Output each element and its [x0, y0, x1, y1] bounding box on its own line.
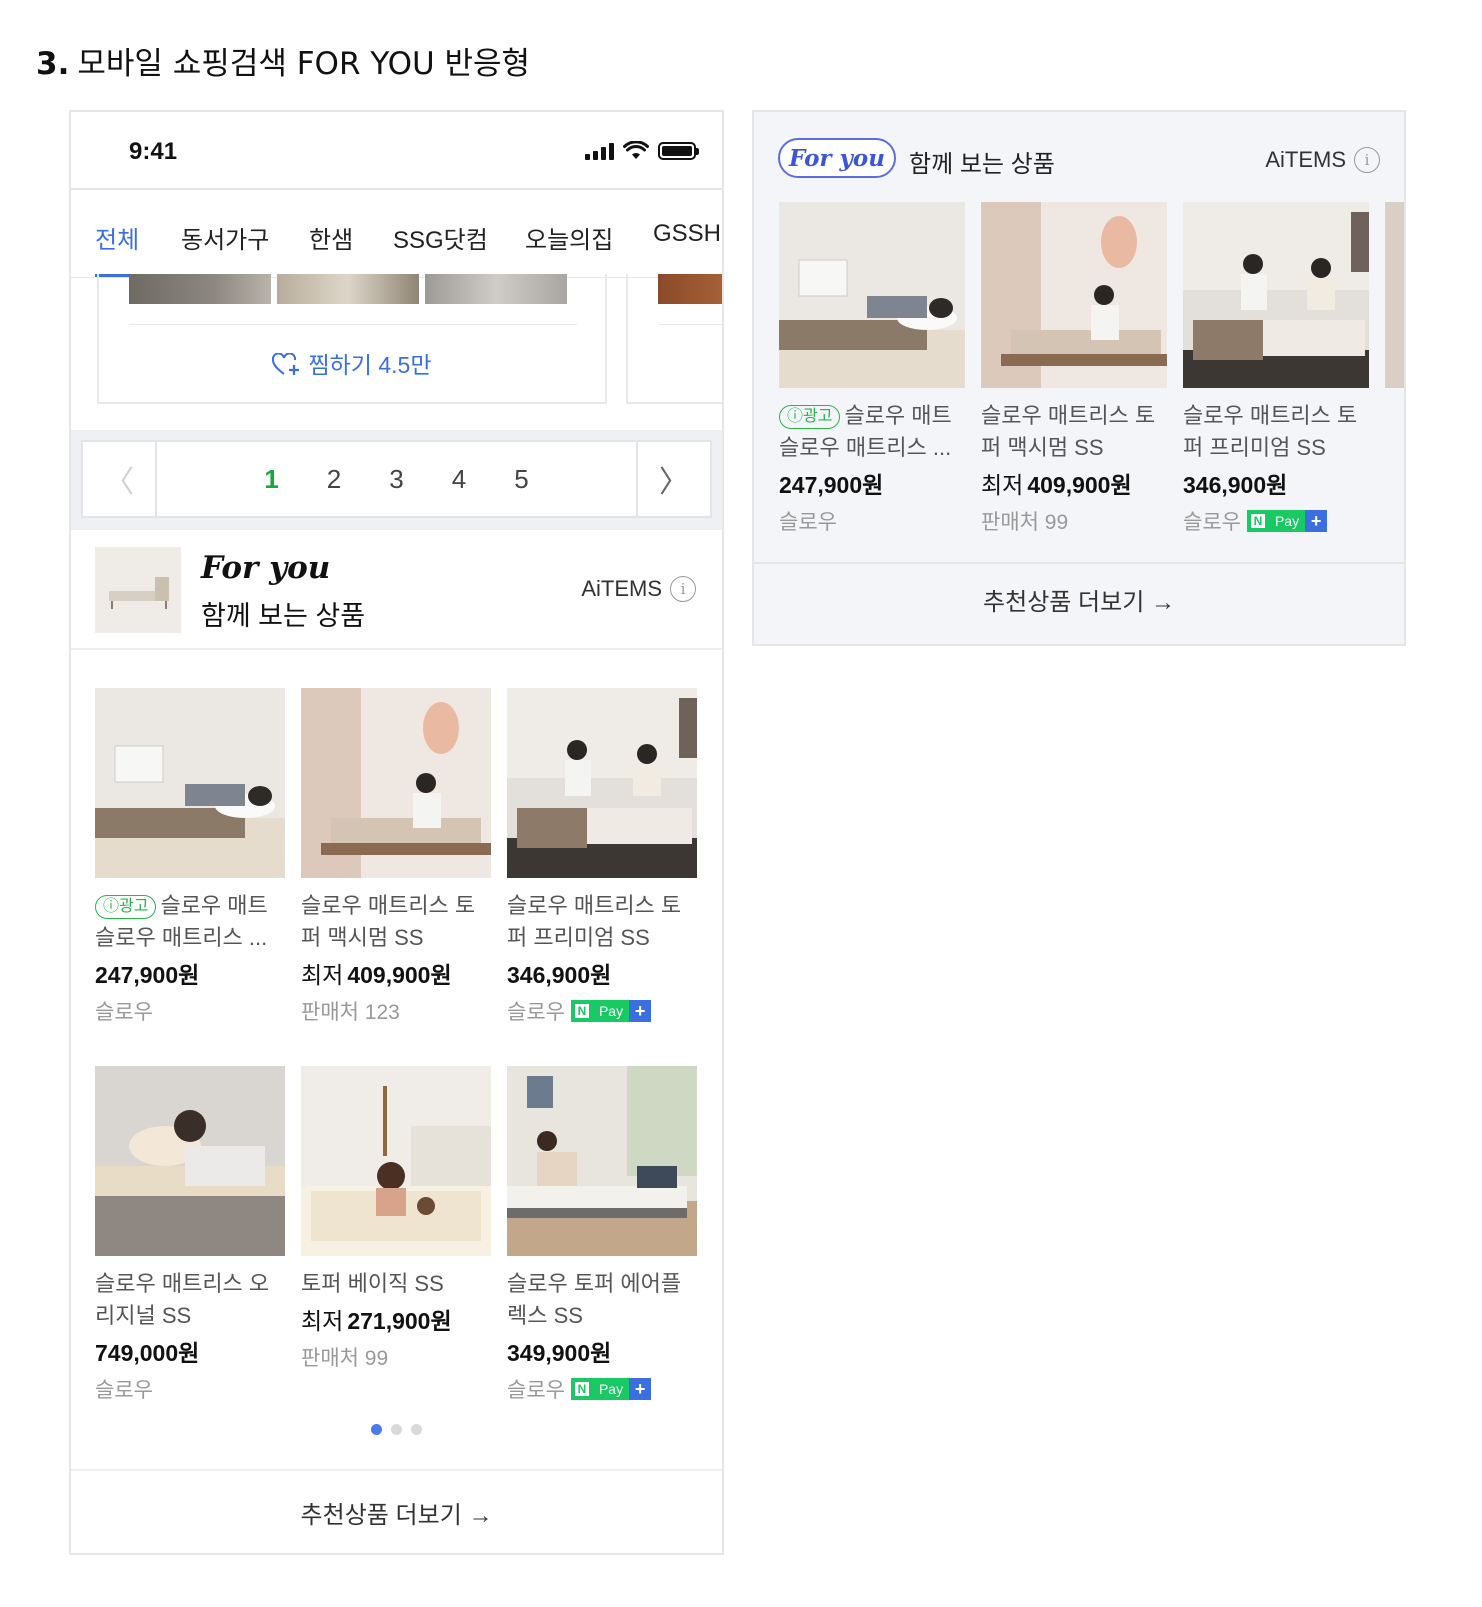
pagination-bar: 〈 1 2 3 4 5 〉: [71, 430, 722, 530]
product-image: [981, 202, 1167, 388]
product-item[interactable]: 슬로우 매트리스 토 퍼 프리미엄 SS 346,900원 슬로우 N Pay +: [507, 688, 697, 1026]
ad-badge: ⓘ광고: [95, 895, 157, 919]
more-recommendations-button[interactable]: 추천상품 더보기 →: [71, 1469, 722, 1553]
document-title: 3. 모바일 쇼핑검색 FOR YOU 반응형: [36, 46, 531, 82]
ad-badge: ⓘ광고: [779, 405, 841, 429]
signal-icon: [585, 142, 614, 160]
product-item[interactable]: 슬로우 토퍼 에어플 렉스 SS 349,900원 슬로우 N Pay +: [507, 1066, 697, 1404]
foryou-panel: For you 함께 보는 상품 AiTEMS i ⓘ광고 슬로우 매트 슬로우 매…: [752, 110, 1406, 646]
wishlist-button[interactable]: 찜하기 4.5만: [99, 346, 605, 380]
foryou-subtitle: 함께 보는 상품: [201, 601, 366, 631]
tab-gsshop[interactable]: GSSH: [653, 220, 721, 248]
product-image: [507, 688, 697, 878]
chevron-right-icon: 〉: [659, 466, 689, 499]
foryou-header: For you 함께 보는 상품 AiTEMS i: [71, 530, 722, 650]
product-image: [301, 688, 491, 878]
product-card-area: 찜하기 4.5만: [71, 274, 722, 430]
product-image: [1183, 202, 1369, 388]
panel-product-row: ⓘ광고 슬로우 매트 슬로우 매트리스 ... 247,900원 슬로우 슬로우 …: [779, 202, 1404, 542]
more-recommendations-button[interactable]: 추천상품 더보기 →: [754, 582, 1404, 617]
product-item[interactable]: ⓘ광고 슬로우 매트 슬로우 매트리스 ... 247,900원 슬로우: [95, 688, 285, 1026]
status-time: 9:41: [129, 138, 178, 165]
info-icon[interactable]: i: [1354, 147, 1380, 173]
battery-icon: [658, 142, 699, 160]
info-icon[interactable]: i: [670, 576, 696, 602]
tab-all[interactable]: 전체: [95, 220, 139, 255]
wifi-icon: [623, 141, 649, 159]
product-item-peek[interactable]: [1385, 202, 1404, 388]
product-image: [779, 202, 965, 388]
product-card[interactable]: 찜하기 4.5만: [97, 274, 607, 404]
tab-ssg[interactable]: SSG닷컴: [393, 220, 488, 255]
product-image: [95, 1066, 285, 1256]
aitems-badge[interactable]: AiTEMS i: [1265, 147, 1380, 173]
status-bar: 9:41: [71, 112, 722, 190]
product-item[interactable]: 토퍼 베이직 SS 최저 271,900원 판매처 99: [301, 1066, 491, 1372]
tab-hanssem[interactable]: 한샘: [309, 220, 353, 255]
product-thumb: [425, 274, 567, 304]
product-item[interactable]: 슬로우 매트리스 토 퍼 맥시멈 SS 최저 409,900원 판매처 123: [301, 688, 491, 1026]
page-2[interactable]: 2: [327, 464, 341, 495]
page-4[interactable]: 4: [452, 464, 466, 495]
page-1[interactable]: 1: [264, 464, 278, 495]
heart-plus-icon: [272, 352, 300, 375]
product-item[interactable]: 슬로우 매트리스 오 리지널 SS 749,000원 슬로우: [95, 1066, 285, 1404]
product-image: [95, 688, 285, 878]
mall-tabs: 전체 동서가구 한샘 SSG닷컴 오늘의집 GSSH: [71, 190, 722, 278]
product-image: [507, 1066, 697, 1256]
product-thumb: [277, 274, 419, 304]
product-item[interactable]: ⓘ광고 슬로우 매트 슬로우 매트리스 ... 247,900원 슬로우: [779, 202, 965, 536]
mobile-frame: 9:41 전체 동서가구 한샘 SSG닷컴 오늘의집 GSSH 찜하기 4.5만: [69, 110, 724, 1555]
aitems-badge[interactable]: AiTEMS i: [581, 576, 696, 602]
npay-plus-badge: N Pay +: [570, 1378, 652, 1400]
product-image: [301, 1066, 491, 1256]
chevron-left-icon: 〈: [104, 466, 134, 499]
page-5[interactable]: 5: [514, 464, 528, 495]
npay-plus-badge: N Pay +: [1246, 510, 1328, 532]
product-image: [1385, 202, 1404, 388]
tab-dongsuh[interactable]: 동서가구: [181, 220, 269, 255]
foryou-thumbnail: [95, 547, 181, 633]
product-card-peek[interactable]: [626, 274, 722, 404]
foryou-pill-logo: For you: [778, 138, 896, 178]
page-3[interactable]: 3: [389, 464, 403, 495]
product-thumb: [129, 274, 271, 304]
carousel-indicator[interactable]: [71, 1424, 722, 1435]
panel-subtitle: 함께 보는 상품: [909, 151, 1055, 178]
next-page-button[interactable]: 〉: [636, 442, 710, 516]
product-item[interactable]: 슬로우 매트리스 토 퍼 프리미엄 SS 346,900원 슬로우 N Pay +: [1183, 202, 1369, 536]
product-item[interactable]: 슬로우 매트리스 토 퍼 맥시멈 SS 최저 409,900원 판매처 99: [981, 202, 1167, 536]
foryou-logo: For you: [201, 550, 331, 586]
npay-plus-badge: N Pay +: [570, 1000, 652, 1022]
tab-ohouse[interactable]: 오늘의집: [525, 220, 613, 255]
prev-page-button[interactable]: 〈: [83, 442, 157, 516]
